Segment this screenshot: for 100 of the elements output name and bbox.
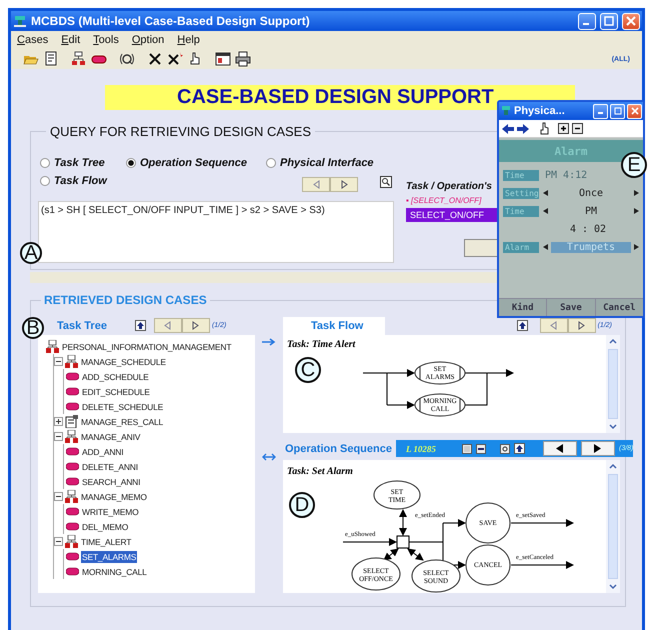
right-arrow-icon[interactable]	[634, 208, 639, 214]
expander-icon[interactable]	[54, 432, 63, 441]
scrollbar[interactable]	[606, 460, 620, 593]
pill-icon	[66, 475, 79, 488]
tree-item[interactable]: MORNING_CALL	[81, 566, 148, 578]
softkey-button[interactable]: Cancel	[594, 299, 643, 316]
tree-item[interactable]: MANAGE_SCHEDULE	[80, 356, 167, 368]
tree-item[interactable]: DELETE_ANNI	[81, 460, 139, 472]
radio-icon[interactable]	[40, 158, 50, 168]
tree-item[interactable]: SET_ALARMS	[81, 550, 138, 562]
window-control-icon[interactable]	[604, 16, 614, 26]
softkey-button[interactable]: Kind	[499, 299, 546, 316]
right-triangle-icon[interactable]	[593, 444, 602, 453]
tree-item[interactable]: PERSONAL_INFORMATION_MANAGEMENT	[61, 340, 232, 352]
minimize-button[interactable]	[578, 12, 596, 30]
magnifier-icon[interactable]	[119, 51, 135, 67]
left-arrow-icon[interactable]	[543, 190, 548, 196]
panel-tab[interactable]: Task Flow	[283, 316, 386, 334]
pill-icon	[66, 550, 79, 563]
menu-item[interactable]: Cases	[17, 34, 48, 48]
hierarchy-icon[interactable]	[71, 51, 87, 67]
field-value[interactable]: Once	[551, 188, 631, 198]
query-button[interactable]	[464, 239, 498, 257]
maximize-button[interactable]	[610, 104, 625, 118]
tree-item[interactable]: WRITE_MEMO	[81, 506, 140, 518]
expander-icon[interactable]	[54, 492, 63, 501]
group-title: RETRIEVED DESIGN CASES	[43, 293, 208, 307]
junction-node	[396, 536, 410, 548]
tree-item[interactable]: ADD_ANNI	[81, 446, 124, 458]
cross-icon[interactable]	[147, 51, 163, 67]
callout-marker: B	[22, 317, 44, 339]
menu-item[interactable]: Help	[177, 34, 200, 48]
cross-star-icon[interactable]	[167, 51, 183, 67]
expander-icon[interactable]	[54, 357, 63, 366]
field-label: Setting	[503, 188, 539, 198]
maximize-button[interactable]	[600, 12, 618, 30]
selected-item[interactable]: SELECT_ON/OFF	[406, 208, 498, 222]
radio-option[interactable]: Operation Sequence	[124, 157, 264, 169]
transition-arrow	[510, 561, 574, 569]
plus-icon[interactable]	[558, 123, 569, 134]
close-button[interactable]	[627, 104, 642, 118]
minus-icon[interactable]	[572, 123, 583, 134]
scrollbar[interactable]	[606, 335, 620, 433]
connector-line	[464, 372, 488, 406]
connector-arrow	[386, 369, 415, 377]
radio-icon[interactable]	[126, 158, 136, 168]
app-icon	[500, 105, 512, 117]
window-control-icon[interactable]	[630, 107, 638, 115]
search-icon[interactable]	[380, 176, 392, 188]
left-arrow-icon[interactable]	[543, 208, 548, 214]
printer-icon[interactable]	[235, 51, 251, 67]
transition-arrow	[407, 548, 424, 561]
tree-item[interactable]: ADD_SCHEDULE	[81, 370, 150, 382]
transition-arrow	[510, 519, 574, 527]
panel-tab[interactable]: Task Tree	[43, 316, 121, 334]
next-button[interactable]	[182, 318, 210, 333]
radio-option[interactable]: Physical Interface	[264, 157, 392, 169]
hand-pointer-icon[interactable]	[539, 122, 549, 135]
expander-icon[interactable]	[54, 417, 63, 426]
tree-item[interactable]: DELETE_SCHEDULE	[81, 400, 164, 412]
softkey-button[interactable]: Save	[546, 299, 595, 316]
right-triangle-icon[interactable]	[340, 180, 348, 188]
document-icon[interactable]	[43, 51, 59, 67]
next-button[interactable]	[568, 318, 596, 333]
pill-icon	[66, 370, 79, 383]
query-expression-field[interactable]: (s1 > SH [ SELECT_ON/OFF INPUT_TIME ] > s2 > SAVE > S3)	[38, 201, 394, 263]
next-button[interactable]	[580, 441, 615, 456]
radio-option[interactable]: Task Flow	[38, 175, 107, 187]
window-control-icon[interactable]	[614, 107, 622, 115]
left-arrow-icon[interactable]	[543, 244, 548, 250]
expander-icon[interactable]	[54, 537, 63, 546]
field-value[interactable]: PM	[551, 206, 631, 216]
minimize-button[interactable]	[593, 104, 608, 118]
back-arrow-icon[interactable]	[502, 124, 514, 134]
window-control-icon[interactable]	[626, 16, 636, 26]
panel-tab[interactable]: Operation Sequence	[283, 440, 396, 458]
tree-item[interactable]: MANAGE_MEMO	[80, 490, 148, 502]
window-title: Physica...	[514, 105, 566, 117]
menu-item[interactable]: Tools	[93, 34, 119, 48]
menu-item[interactable]: Option	[132, 34, 164, 48]
radio-icon[interactable]	[40, 176, 50, 186]
tree-item[interactable]: SEARCH_ANNI	[81, 476, 142, 488]
tree-item[interactable]: MANAGE_ANIV	[80, 430, 142, 442]
radio-icon[interactable]	[266, 158, 276, 168]
right-arrow-icon[interactable]	[634, 244, 639, 250]
tree-item[interactable]: TIME_ALERT	[80, 536, 132, 548]
tree-item[interactable]: DEL_MEMO	[81, 520, 130, 532]
forward-arrow-icon[interactable]	[517, 124, 529, 134]
tree-item[interactable]: MANAGE_RES_CALL	[80, 416, 164, 428]
right-triangle-icon[interactable]	[191, 321, 200, 330]
close-button[interactable]	[622, 12, 640, 30]
left-triangle-icon[interactable]	[555, 444, 564, 453]
menu-item[interactable]: Edit	[61, 34, 80, 48]
previous-button[interactable]	[542, 441, 577, 456]
radio-option[interactable]: Task Tree	[38, 157, 124, 169]
right-arrow-icon[interactable]	[634, 190, 639, 196]
window-icon[interactable]	[215, 51, 231, 67]
tree-item[interactable]: EDIT_SCHEDULE	[81, 386, 151, 398]
next-button[interactable]	[330, 176, 358, 192]
right-triangle-icon[interactable]	[577, 321, 586, 330]
